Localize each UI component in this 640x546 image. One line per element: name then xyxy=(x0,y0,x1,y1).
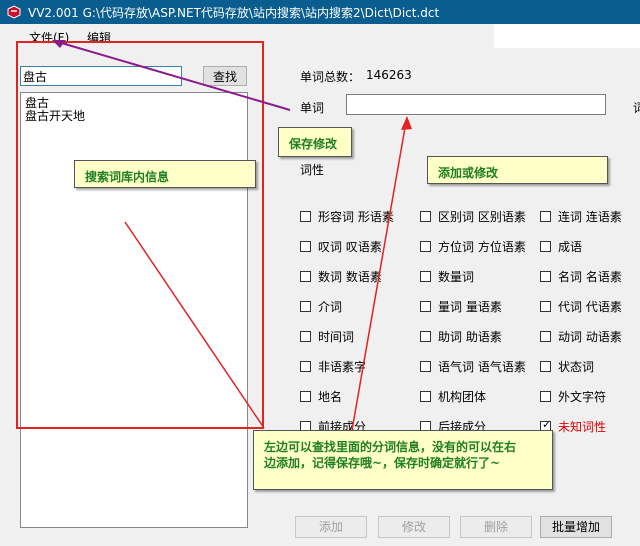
checkbox-label: 助词 助语素 xyxy=(438,330,502,344)
checkbox-box[interactable] xyxy=(540,361,551,372)
checkbox-label: 机构团体 xyxy=(438,390,487,404)
note-help: 左边可以查找里面的分词信息，没有的可以在右 边添加，记得保存哦~，保存时确定就行… xyxy=(253,430,553,490)
word-input[interactable] xyxy=(346,94,606,115)
checkbox-label: 形容词 形语素 xyxy=(318,210,394,224)
note-text: 保存修改 xyxy=(289,137,338,151)
checkbox-box[interactable] xyxy=(420,271,431,282)
checkbox-box[interactable] xyxy=(540,211,551,222)
checkbox-box[interactable] xyxy=(420,331,431,342)
checkbox-label: 介词 xyxy=(318,300,343,314)
annotation-highlight-box xyxy=(16,41,264,429)
note-text-line2: 边添加，记得保存哦~，保存时确定就行了~ xyxy=(264,456,501,470)
checkbox-label: 连词 连语素 xyxy=(558,210,622,224)
checkbox-label: 地名 xyxy=(318,390,343,404)
checkbox-label: 叹词 叹语素 xyxy=(318,240,382,254)
checkbox-box[interactable] xyxy=(300,361,311,372)
checkbox-box[interactable] xyxy=(300,301,311,312)
add-button[interactable]: 添加 xyxy=(295,516,367,538)
arrowhead-red xyxy=(401,116,412,130)
checkbox-box[interactable] xyxy=(540,391,551,402)
checkbox-box[interactable] xyxy=(540,331,551,342)
note-save-changes: 保存修改 xyxy=(278,127,352,157)
word-label: 单词 xyxy=(300,101,325,115)
note-text: 添加或修改 xyxy=(438,166,499,180)
word-count-value: 146263 xyxy=(366,68,412,82)
checkbox-label: 状态词 xyxy=(558,360,595,374)
title-bar: VV2.001 G:\代码存放\ASP.NET代码存放\站内搜索\站内搜索2\D… xyxy=(0,0,640,24)
checkbox-box[interactable] xyxy=(420,241,431,252)
note-search-info: 搜索词库内信息 xyxy=(74,160,256,188)
checkbox-label: 数词 数语素 xyxy=(318,270,382,284)
note-add-modify: 添加或修改 xyxy=(427,156,608,184)
checkbox-box[interactable] xyxy=(540,271,551,282)
checkbox-box[interactable] xyxy=(420,391,431,402)
delete-button[interactable]: 删除 xyxy=(460,516,532,538)
note-text-line1: 左边可以查找里面的分词信息，没有的可以在右 xyxy=(264,440,517,454)
checkbox-label: 非语素字 xyxy=(318,360,367,374)
checkbox-box[interactable] xyxy=(420,301,431,312)
checkbox-label: 代词 代语素 xyxy=(558,300,622,314)
checkbox-label: 成语 xyxy=(558,240,583,254)
checkbox-box[interactable] xyxy=(300,211,311,222)
checkbox-label: 名词 名语素 xyxy=(558,270,622,284)
checkbox-box[interactable] xyxy=(540,301,551,312)
checkbox-box[interactable] xyxy=(300,391,311,402)
checkbox-label: 时间词 xyxy=(318,330,355,344)
checkbox-label: 语气词 语气语素 xyxy=(438,360,526,374)
checkbox-label: 未知词性 xyxy=(558,420,607,434)
checkbox-label: 方位词 方位语素 xyxy=(438,240,526,254)
window-title: VV2.001 G:\代码存放\ASP.NET代码存放\站内搜索\站内搜索2\D… xyxy=(28,6,440,20)
checkbox-box[interactable] xyxy=(420,361,431,372)
checkbox-box[interactable] xyxy=(300,271,311,282)
word-edge-label: 词 xyxy=(633,101,640,115)
checkbox-label: 量词 量语素 xyxy=(438,300,502,314)
note-text: 搜索词库内信息 xyxy=(85,170,170,184)
modify-button[interactable]: 修改 xyxy=(378,516,450,538)
title-bar-blank xyxy=(494,24,640,48)
checkbox-box[interactable] xyxy=(420,211,431,222)
checkbox-box[interactable] xyxy=(300,241,311,252)
pos-label: 词性 xyxy=(300,163,325,177)
checkbox-label: 外文字符 xyxy=(558,390,607,404)
checkbox-label: 区别词 区别语素 xyxy=(438,210,526,224)
word-count-label: 单词总数： xyxy=(300,70,361,84)
checkbox-box[interactable] xyxy=(300,331,311,342)
app-icon xyxy=(7,5,21,19)
checkbox-box[interactable] xyxy=(540,241,551,252)
checkbox-label: 数量词 xyxy=(438,270,475,284)
checkbox-label: 动词 动语素 xyxy=(558,330,622,344)
batch-add-button[interactable]: 批量增加 xyxy=(540,516,612,538)
